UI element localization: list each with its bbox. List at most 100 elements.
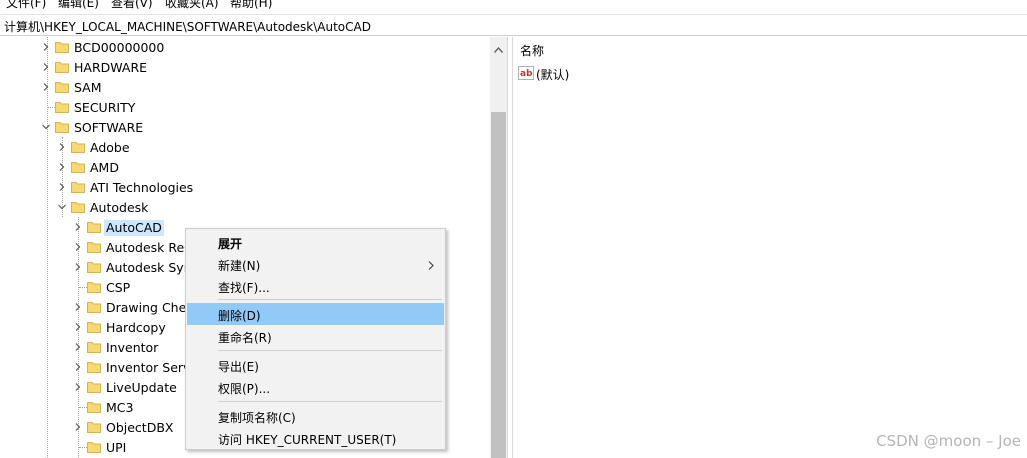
folder-icon bbox=[55, 121, 69, 133]
menu-item-label: 查找(F)... bbox=[218, 281, 270, 295]
address-path[interactable]: 计算机\HKEY_LOCAL_MACHINE\SOFTWARE\Autodesk… bbox=[4, 18, 371, 35]
chevron-right-icon[interactable] bbox=[72, 221, 84, 233]
menu-separator bbox=[218, 299, 442, 300]
tree-item[interactable]: HARDWARE bbox=[0, 58, 490, 78]
column-header-name[interactable]: 名称 bbox=[520, 42, 544, 59]
folder-icon bbox=[87, 401, 101, 413]
tree-item-label: ATI Technologies bbox=[90, 180, 194, 195]
tree-guide-line bbox=[79, 447, 87, 448]
tree-item-label: SAM bbox=[74, 80, 102, 95]
folder-icon bbox=[55, 101, 69, 113]
tree-guide-line bbox=[79, 287, 87, 288]
tree-scrollbar[interactable] bbox=[490, 37, 507, 458]
chevron-right-icon[interactable] bbox=[56, 161, 68, 173]
folder-icon bbox=[87, 421, 101, 433]
string-value-icon: ab bbox=[518, 66, 534, 80]
menu-favorites[interactable]: 收藏夹(A) bbox=[165, 0, 219, 11]
tree-item[interactable]: AMD bbox=[0, 158, 490, 178]
chevron-right-icon[interactable] bbox=[40, 61, 52, 73]
menu-item-find[interactable]: 查找(F)... bbox=[187, 275, 444, 297]
folder-icon bbox=[71, 141, 85, 153]
menu-edit[interactable]: 编辑(E) bbox=[58, 0, 99, 11]
folder-icon bbox=[87, 241, 101, 253]
tree-item[interactable]: Autodesk bbox=[0, 198, 490, 218]
folder-icon bbox=[87, 281, 101, 293]
tree-item-label: Inventor bbox=[106, 340, 159, 355]
menu-item-label: 展开 bbox=[218, 237, 243, 251]
tree-item-label: LiveUpdate bbox=[106, 380, 177, 395]
menu-item-delete[interactable]: 删除(D) bbox=[187, 303, 444, 325]
menu-bar: 文件(F) 编辑(E) 查看(V) 收藏夹(A) 帮助(H) bbox=[0, 0, 1027, 12]
chevron-down-icon[interactable] bbox=[40, 121, 52, 133]
folder-icon bbox=[55, 61, 69, 73]
folder-icon bbox=[87, 221, 101, 233]
menu-file[interactable]: 文件(F) bbox=[6, 0, 46, 11]
menu-item-rename[interactable]: 重命名(R) bbox=[187, 325, 444, 347]
chevron-right-icon[interactable] bbox=[72, 301, 84, 313]
folder-icon bbox=[87, 301, 101, 313]
tree-item-label: CSP bbox=[106, 280, 131, 295]
folder-icon bbox=[87, 321, 101, 333]
folder-icon bbox=[87, 381, 101, 393]
menu-item-copy-key-name[interactable]: 复制项名称(C) bbox=[187, 405, 444, 427]
menu-item-label: 复制项名称(C) bbox=[218, 411, 296, 425]
menu-separator bbox=[218, 401, 442, 402]
tree-item[interactable]: ATI Technologies bbox=[0, 178, 490, 198]
tree-item[interactable]: SECURITY bbox=[0, 98, 490, 118]
tree-item[interactable]: SAM bbox=[0, 78, 490, 98]
menu-item-label: 新建(N) bbox=[218, 259, 261, 273]
folder-icon bbox=[71, 201, 85, 213]
value-name: (默认) bbox=[536, 68, 570, 82]
menu-separator bbox=[218, 350, 442, 351]
address-bar[interactable]: 计算机\HKEY_LOCAL_MACHINE\SOFTWARE\Autodesk… bbox=[0, 14, 1027, 36]
folder-icon bbox=[55, 41, 69, 53]
chevron-right-icon[interactable] bbox=[72, 321, 84, 333]
menu-item-goto-hkcu[interactable]: 访问 HKEY_CURRENT_USER(T) bbox=[187, 427, 444, 449]
chevron-right-icon[interactable] bbox=[56, 141, 68, 153]
chevron-right-icon[interactable] bbox=[72, 241, 84, 253]
menu-view[interactable]: 查看(V) bbox=[111, 0, 153, 11]
folder-icon bbox=[87, 341, 101, 353]
folder-icon bbox=[71, 161, 85, 173]
menu-item-label: 权限(P)... bbox=[218, 382, 271, 396]
chevron-right-icon[interactable] bbox=[40, 81, 52, 93]
scroll-thumb[interactable] bbox=[491, 112, 506, 458]
menu-help[interactable]: 帮助(H) bbox=[230, 0, 272, 11]
folder-icon bbox=[55, 81, 69, 93]
scroll-up-arrow-icon[interactable] bbox=[493, 42, 504, 56]
tree-item-label: Autodesk bbox=[90, 200, 149, 215]
chevron-right-icon[interactable] bbox=[72, 421, 84, 433]
tree-item-label: HARDWARE bbox=[74, 60, 148, 75]
folder-icon bbox=[71, 181, 85, 193]
chevron-down-icon[interactable] bbox=[56, 201, 68, 213]
chevron-right-icon[interactable] bbox=[72, 361, 84, 373]
tree-guide-line bbox=[79, 407, 87, 408]
tree-item-label: Hardcopy bbox=[106, 320, 166, 335]
menu-item-label: 重命名(R) bbox=[218, 331, 272, 345]
chevron-right-icon[interactable] bbox=[56, 181, 68, 193]
tree-item-label: AutoCAD bbox=[104, 220, 164, 236]
tree-item[interactable]: BCD00000000 bbox=[0, 38, 490, 58]
menu-item-export[interactable]: 导出(E) bbox=[187, 354, 444, 376]
chevron-right-icon[interactable] bbox=[72, 381, 84, 393]
tree-item[interactable]: Adobe bbox=[0, 138, 490, 158]
context-menu: 展开 新建(N) 查找(F)... 删除(D) 重命名(R) 导出(E) 权限(… bbox=[185, 228, 446, 450]
watermark: CSDN @moon – Joe bbox=[876, 432, 1021, 450]
menu-item-new[interactable]: 新建(N) bbox=[187, 253, 444, 275]
tree-item-label: SOFTWARE bbox=[74, 120, 144, 135]
tree-item-label: SECURITY bbox=[74, 100, 136, 115]
tree-item-label: BCD00000000 bbox=[74, 40, 165, 55]
chevron-right-icon[interactable] bbox=[40, 41, 52, 53]
values-pane: 名称 ab (默认) bbox=[513, 37, 1027, 458]
menu-item-expand[interactable]: 展开 bbox=[187, 231, 444, 253]
tree-item-label: ObjectDBX bbox=[106, 420, 174, 435]
folder-icon bbox=[87, 441, 101, 453]
tree-item[interactable]: SOFTWARE bbox=[0, 118, 490, 138]
menu-item-label: 删除(D) bbox=[218, 309, 261, 323]
chevron-right-icon[interactable] bbox=[72, 341, 84, 353]
menu-item-permissions[interactable]: 权限(P)... bbox=[187, 376, 444, 398]
tree-guide-line bbox=[47, 107, 55, 108]
chevron-right-icon[interactable] bbox=[72, 261, 84, 273]
folder-icon bbox=[87, 261, 101, 273]
menu-item-label: 导出(E) bbox=[218, 360, 259, 374]
